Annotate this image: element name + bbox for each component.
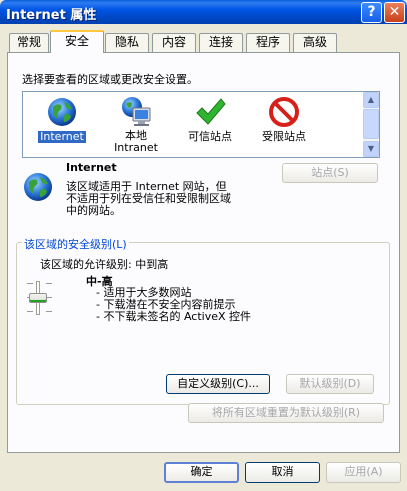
zone-instruction: 选择要查看的区域或更改安全设置。 <box>22 73 198 86</box>
reset-all-zones-button[interactable]: 将所有区域重置为默认级别(R) <box>188 403 384 423</box>
zone-list-scrollbar[interactable]: ▲ ▼ <box>363 92 379 157</box>
allowed-level-text: 该区域的允许级别: 中到高 <box>40 258 169 271</box>
scroll-up-icon[interactable]: ▲ <box>363 92 379 108</box>
custom-level-button[interactable]: 自定义级别(C)... <box>166 374 270 394</box>
zone-internet[interactable]: Internet <box>27 96 97 143</box>
zone-trusted-sites[interactable]: 可信站点 <box>175 96 245 143</box>
checkmark-icon <box>194 96 226 128</box>
title-bar[interactable]: Internet 属性 ? ✕ <box>0 0 407 24</box>
security-level-label: 该区域的安全级别(L) <box>22 236 129 252</box>
zone-label: 本地 Intranet <box>114 129 158 154</box>
intranet-icon <box>120 96 152 128</box>
zone-label: 可信站点 <box>188 130 232 143</box>
tab-general[interactable]: 常规 <box>9 33 49 52</box>
zone-list[interactable]: Internet 本地 Intranet 可信站点 受限站点 ▲ ▼ <box>22 91 380 158</box>
globe-icon <box>46 96 78 128</box>
ok-button[interactable]: 确定 <box>164 462 239 483</box>
restricted-icon <box>268 96 300 128</box>
tab-content[interactable]: 内容 <box>152 33 196 52</box>
tab-connections[interactable]: 连接 <box>199 33 243 52</box>
scroll-down-icon[interactable]: ▼ <box>363 141 379 157</box>
cancel-button[interactable]: 取消 <box>245 462 320 483</box>
scroll-thumb[interactable] <box>363 109 379 139</box>
zone-label: 受限站点 <box>262 130 306 143</box>
zone-local-intranet[interactable]: 本地 Intranet <box>101 96 171 154</box>
close-button[interactable]: ✕ <box>384 2 405 23</box>
zone-label: Internet <box>38 130 86 143</box>
security-panel: 选择要查看的区域或更改安全设置。 Internet 本地 Intranet 可信… <box>7 52 400 453</box>
security-slider-thumb[interactable] <box>29 293 47 303</box>
tab-privacy[interactable]: 隐私 <box>105 33 149 52</box>
zone-globe-icon <box>22 171 54 206</box>
tab-advanced[interactable]: 高级 <box>293 33 337 52</box>
help-button[interactable]: ? <box>361 2 382 23</box>
window-title: Internet 属性 <box>6 8 97 23</box>
list-item: - 不下载未签名的 ActiveX 控件 <box>96 310 252 323</box>
tab-programs[interactable]: 程序 <box>246 33 290 52</box>
security-level-bullets: - 适用于大多数网站 - 下载潜在不安全内容前提示 - 不下载未签名的 Acti… <box>96 287 251 323</box>
tab-security[interactable]: 安全 <box>50 30 104 53</box>
apply-button[interactable]: 应用(A) <box>326 462 401 483</box>
zone-restricted-sites[interactable]: 受限站点 <box>249 96 319 143</box>
zone-title: Internet <box>66 161 117 174</box>
default-level-button[interactable]: 默认级别(D) <box>286 374 374 394</box>
zone-description: 该区域适用于 Internet 网站，但 不适用于列在受信任和受限制区域 中的网… <box>66 180 231 217</box>
sites-button[interactable]: 站点(S) <box>282 163 378 183</box>
